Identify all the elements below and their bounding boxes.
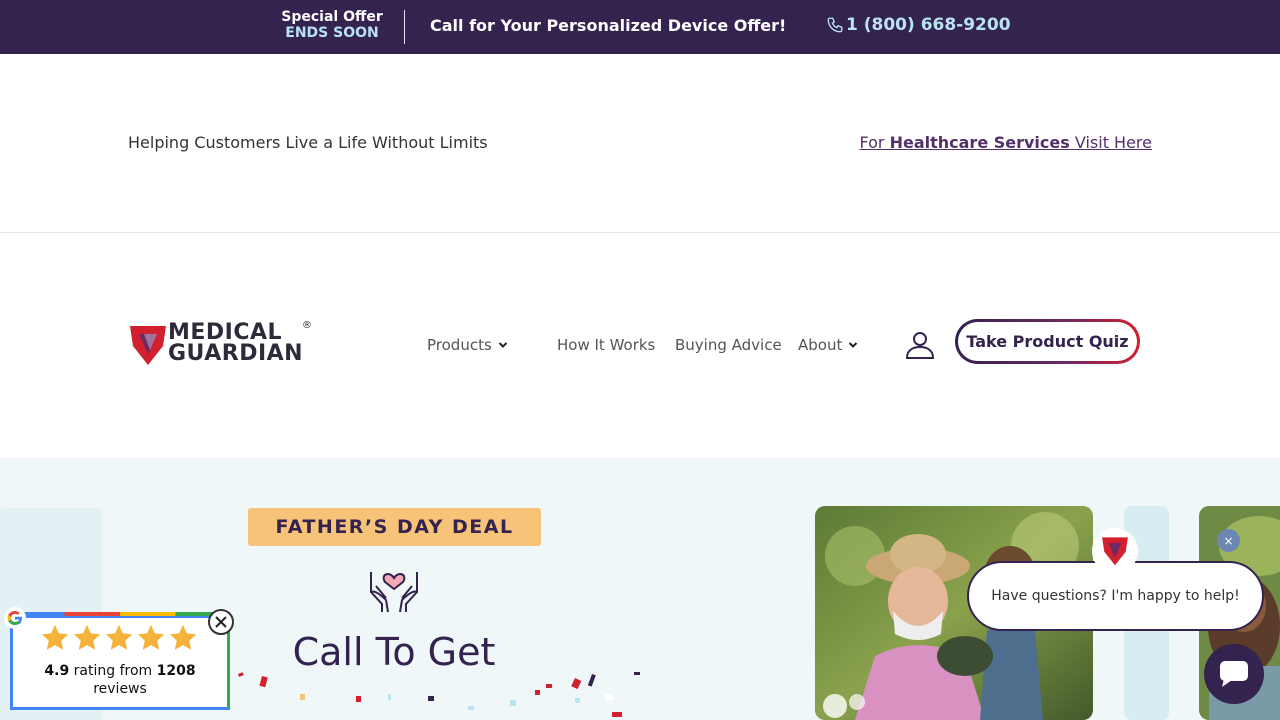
nav-item-label: Buying Advice xyxy=(675,336,782,354)
phone-icon xyxy=(827,17,843,33)
google-review-badge[interactable]: 4.9 rating from 1208 reviews xyxy=(10,612,230,710)
promo-divider xyxy=(404,10,405,44)
nav-item-how-it-works[interactable]: How It Works xyxy=(557,336,655,354)
star-icon xyxy=(137,624,165,650)
logo-wordmark: MEDICAL GUARDIAN xyxy=(168,320,304,366)
nav-item-about[interactable]: About xyxy=(798,336,858,354)
user-icon[interactable] xyxy=(904,329,936,361)
promo-phone-link[interactable]: 1 (800) 668-9200 xyxy=(826,15,1011,35)
medical-guardian-logo[interactable]: MEDICAL GUARDIAN ® xyxy=(130,320,316,370)
star-icon xyxy=(105,624,133,650)
nav-item-label: How It Works xyxy=(557,336,656,354)
google-g-icon xyxy=(4,607,26,629)
nav-item-label: About xyxy=(798,336,843,354)
star-icon xyxy=(41,624,69,650)
healthcare-suffix: Visit Here xyxy=(1074,133,1152,152)
confetti-decoration xyxy=(238,672,640,717)
special-offer-line1: Special Offer xyxy=(281,9,383,25)
review-count: 1208 xyxy=(156,663,196,679)
hands-heart-icon xyxy=(370,572,418,613)
promo-phone-number: 1 (800) 668-9200 xyxy=(846,15,1011,35)
chat-avatar xyxy=(1092,528,1138,574)
shield-logo-icon xyxy=(1102,537,1128,566)
review-rating-text: rating from xyxy=(73,663,153,679)
logo-line2: GUARDIAN xyxy=(168,341,304,366)
review-close-button[interactable] xyxy=(208,609,234,635)
special-offer-line2: ENDS SOON xyxy=(285,25,379,41)
quiz-button-label: Take Product Quiz xyxy=(958,322,1137,361)
tagline: Helping Customers Live a Life Without Li… xyxy=(128,133,488,152)
promo-message: Call for Your Personalized Device Offer! xyxy=(430,16,787,35)
special-offer-label: Special Offer ENDS SOON xyxy=(276,9,388,41)
fathers-day-badge: FATHER’S DAY DEAL xyxy=(248,508,541,546)
star-icon xyxy=(73,624,101,650)
chevron-down-icon xyxy=(849,342,858,348)
shield-logo-icon xyxy=(130,326,166,365)
chat-message: Have questions? I'm happy to help! xyxy=(991,588,1240,604)
chat-launcher-button[interactable] xyxy=(1204,644,1264,704)
nav-item-label: Products xyxy=(427,336,492,354)
close-icon: × xyxy=(1223,533,1234,548)
close-icon xyxy=(215,616,227,628)
star-icon xyxy=(169,624,197,650)
logo-registered: ® xyxy=(302,320,312,331)
promo-bar: Special Offer ENDS SOON Call for Your Pe… xyxy=(0,0,1280,54)
review-label: reviews xyxy=(93,681,147,697)
nav-item-products[interactable]: Products xyxy=(427,336,508,354)
review-rating: 4.9 xyxy=(44,663,70,679)
review-summary: 4.9 rating from 1208 reviews xyxy=(10,662,230,698)
healthcare-services-link[interactable]: For Healthcare Services Visit Here xyxy=(859,133,1152,152)
chat-close-button[interactable]: × xyxy=(1217,529,1240,552)
chevron-down-icon xyxy=(498,342,507,348)
healthcare-prefix: For xyxy=(859,133,885,152)
healthcare-bold: Healthcare Services xyxy=(889,133,1070,152)
logo-line1: MEDICAL xyxy=(168,320,283,345)
chat-icon xyxy=(1220,661,1248,687)
take-product-quiz-button[interactable]: Take Product Quiz xyxy=(955,319,1140,364)
nav-item-buying-advice[interactable]: Buying Advice xyxy=(675,336,782,354)
review-stars xyxy=(40,623,198,653)
header-divider xyxy=(0,232,1280,233)
